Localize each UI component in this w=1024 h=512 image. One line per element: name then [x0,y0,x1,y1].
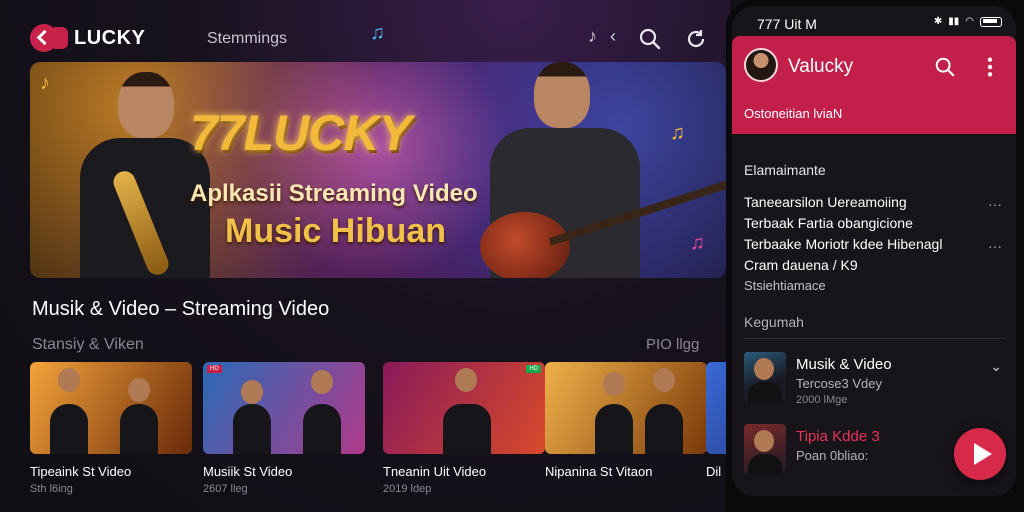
top-bar: LUCKY Stemmings ♫ ♪ ‹ [0,0,730,62]
phone-app-header: Valucky Ostoneitian lviaN [732,36,1016,134]
phone-text-line[interactable]: Terbaake Moriotr kdee Hibenagl [744,236,942,252]
see-all-link[interactable]: PIO llgg [646,336,699,353]
list-item-subtitle: Tercose3 Vdey [796,376,882,391]
video-card[interactable]: Tipeaink St Video Sth l6ing [30,362,192,495]
phone-header-banner[interactable]: Ostoneitian lviaN [744,106,842,121]
video-thumbnail[interactable]: HD [383,362,545,454]
phone-text-line[interactable]: Cram dauena / K9 [744,257,858,273]
status-time: 777 Uit M [757,16,817,32]
list-item[interactable]: Musik & Video Tercose3 Vdey 2000 lMge ⌄ [744,352,1006,408]
list-item-title: Musik & Video [796,356,892,373]
phone-text-line[interactable]: Taneearsilon Uereamoiing [744,194,907,210]
nav-title[interactable]: Stemmings [207,30,287,48]
list-item-thumbnail [744,424,786,474]
music-note-icon: ♫ [370,22,385,44]
video-title[interactable]: Tipeaink St Video [30,464,192,479]
phone-text-line: Stsiehtiamace [744,278,826,293]
logo-text: LUCKY [74,26,146,49]
banner-brand-title: 77LUCKY [190,105,412,161]
video-card[interactable]: HD Tneanin Uit Video 2019 ldep [383,362,545,495]
phone-text-line[interactable]: Terbaak Fartia obangicione [744,215,913,231]
video-meta: 2607 lleg [203,483,248,495]
refresh-icon[interactable] [684,27,708,51]
music-note-icon: ♪ [40,72,50,94]
logo-icon [30,24,58,52]
app-logo[interactable]: LUCKY [30,24,145,52]
more-vert-icon[interactable] [986,56,994,78]
battery-icon [980,16,1002,27]
guitarist-figure [470,62,726,278]
section-title: Musik & Video – Streaming Video [32,298,330,320]
signal-icon: ▮▮ [948,16,960,27]
hero-banner[interactable]: ♪ ♫ ♫ 77LUCKY Aplkasii Streaming Video M… [30,62,726,278]
more-horiz-icon[interactable]: ··· [988,238,1002,254]
phone-section-label: Elamaimante [744,162,826,178]
phone-screen: 777 Uit M ✱ ▮▮ ◠ Valucky Ostoneitian lvi… [732,6,1016,496]
video-card[interactable]: HD Musiik St Video 2607 lleg [203,362,365,495]
search-icon[interactable] [638,27,662,51]
banner-tagline: Music Hibuan [225,212,447,250]
saxophonist-figure [60,68,230,278]
video-meta: Sth l6ing [30,483,73,495]
video-title[interactable]: Tneanin Uit Video [383,464,545,479]
app-window: LUCKY Stemmings ♫ ♪ ‹ ♪ ♫ ♫ 77LUCKY Aplk… [0,0,730,512]
video-thumbnail[interactable] [30,362,192,454]
divider [744,338,1006,339]
music-note-icon: ♫ [670,122,685,144]
list-item-meta: 2000 lMge [796,394,848,406]
search-icon[interactable] [934,56,956,78]
play-fab-button[interactable] [954,428,1006,480]
video-meta: 2019 ldep [383,483,432,495]
phone-app-name: Valucky [788,56,854,77]
music-note-icon: ♪ [588,26,597,46]
video-thumbnail[interactable]: HD [203,362,365,454]
chevron-down-icon[interactable]: ⌄ [990,358,1002,375]
music-note-icon: ♫ [690,232,705,254]
section-subtitle: Stansiy & Viken [32,336,144,353]
video-title[interactable]: Musiik St Video [203,464,365,479]
more-horiz-icon[interactable]: ··· [988,196,1002,212]
phone-frame: 777 Uit M ✱ ▮▮ ◠ Valucky Ostoneitian lvi… [726,0,1024,512]
list-item-thumbnail [744,352,786,402]
bluetooth-icon: ✱ [933,16,943,27]
list-item-subtitle: Poan 0bliao: [796,448,869,463]
video-card-row: Tipeaink St Video Sth l6ing HD Musiik St… [30,362,730,512]
video-thumbnail[interactable] [545,362,707,454]
video-card[interactable]: Nipanina St Vitaon [545,362,707,483]
phone-section-label: Kegumah [744,314,804,330]
badge: HD [526,365,541,373]
badge: HD [207,365,222,373]
wifi-icon: ◠ [965,16,974,27]
banner-subtitle: Aplkasii Streaming Video [190,180,478,207]
back-chevron-icon[interactable]: ‹ [610,26,616,47]
status-bar-icons: ✱ ▮▮ ◠ [934,16,1002,27]
list-item-title: Tipia Kdde 3 [796,428,880,445]
avatar[interactable] [744,48,778,82]
video-title[interactable]: Nipanina St Vitaon [545,464,707,479]
